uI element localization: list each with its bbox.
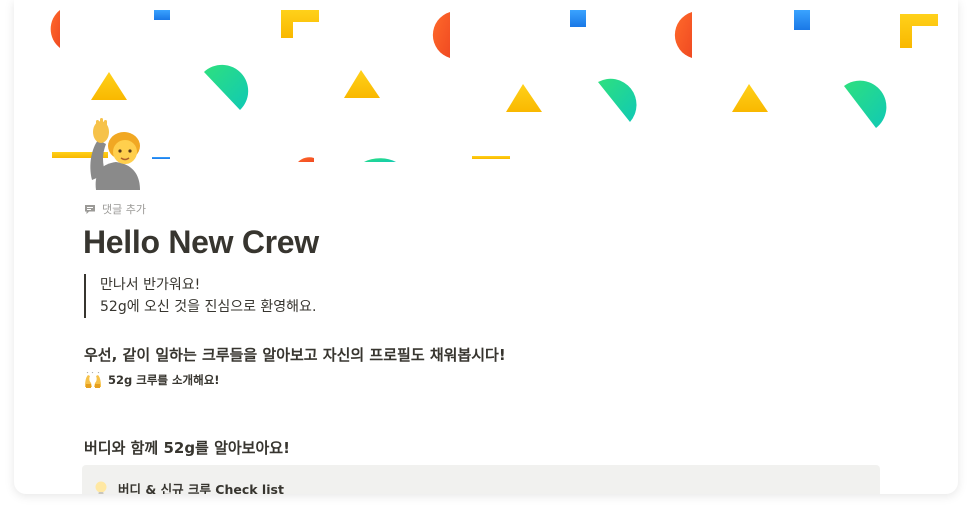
raised-hands-emoji — [85, 372, 101, 388]
raising-hand-person-emoji[interactable] — [86, 118, 150, 190]
callout-text: 버디 & 신규 크루 Check list — [118, 482, 284, 494]
quote-line: 만나서 반가워요! — [100, 277, 201, 293]
crew-intro-page-link[interactable]: 52g 크루를 소개해요! — [84, 372, 220, 388]
comment-icon — [85, 204, 95, 214]
quote-block[interactable]: 만나서 반가워요! 52g에 오신 것을 진심으로 환영해요. — [84, 274, 316, 318]
heading-intro[interactable]: 우선, 같이 일하는 크루들을 알아보고 자신의 프로필도 채워봅시다! — [84, 344, 506, 365]
page-cover-image[interactable] — [14, 0, 958, 162]
page-card: 댓글 추가 Hello New Crew 만나서 반가워요! 52g에 오신 것… — [14, 0, 958, 494]
crew-intro-link-label: 52g 크루를 소개해요! — [108, 373, 220, 387]
quote-line: 52g에 오신 것을 진심으로 환영해요. — [100, 299, 317, 315]
add-comment-label: 댓글 추가 — [102, 203, 146, 216]
checklist-callout[interactable]: 버디 & 신규 크루 Check list — [82, 465, 880, 494]
heading-buddy[interactable]: 버디와 함께 52g를 알아보아요! — [84, 437, 290, 458]
lightbulb-icon — [95, 481, 107, 494]
page-title[interactable]: Hello New Crew — [83, 224, 319, 261]
add-comment-button[interactable]: 댓글 추가 — [84, 200, 146, 218]
